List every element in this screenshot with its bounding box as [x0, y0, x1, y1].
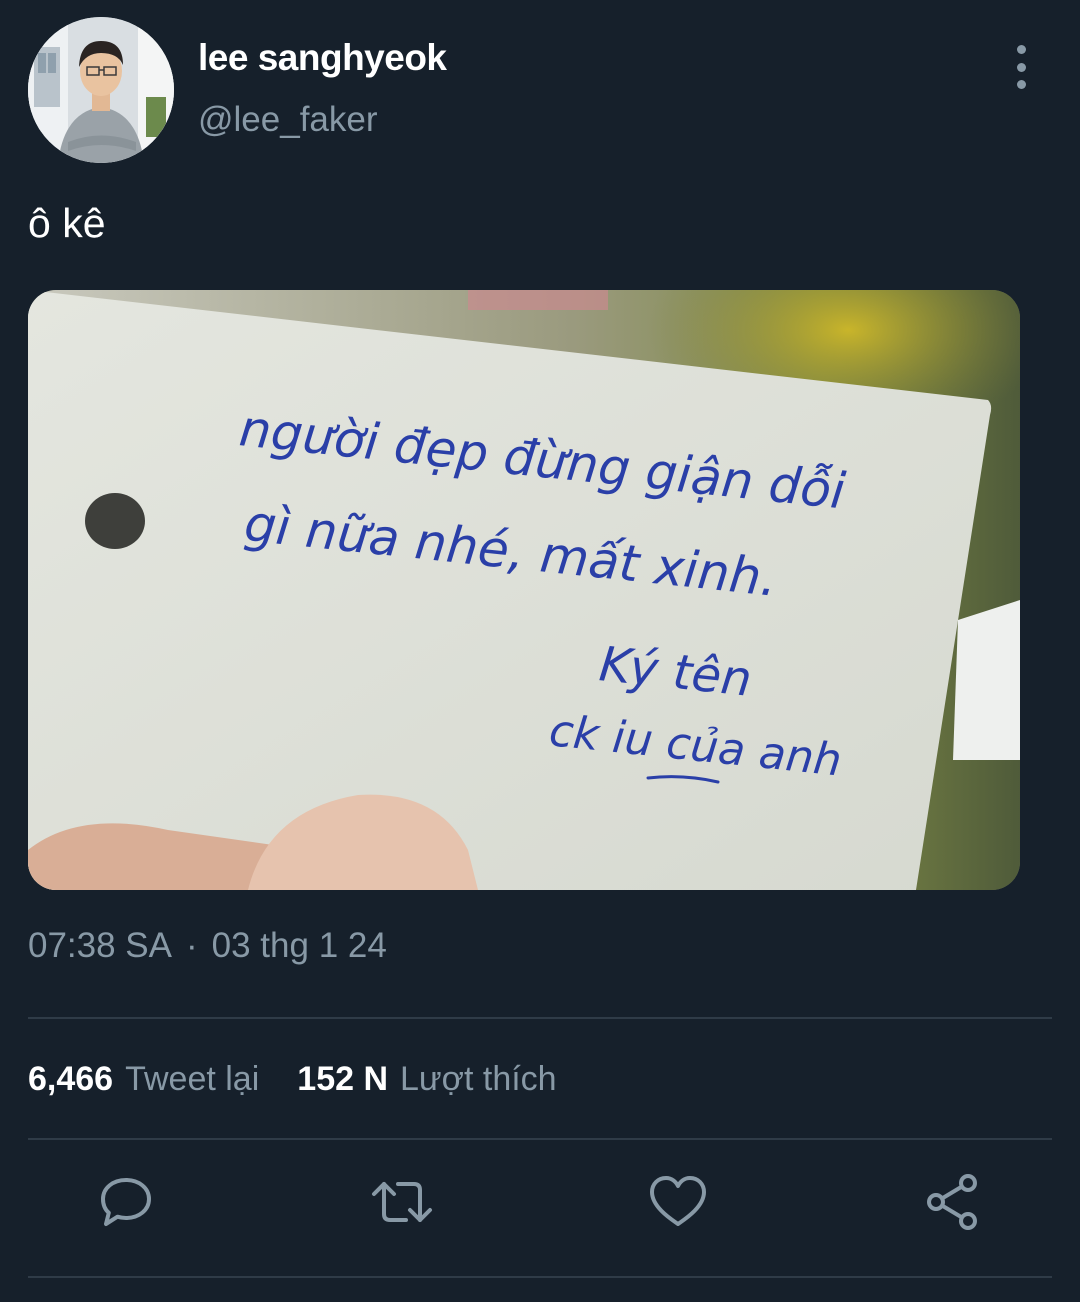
tweet-timestamp[interactable]: 07:38 SA · 03 thg 1 24 [28, 926, 387, 966]
more-dot [1016, 45, 1026, 54]
likes-label[interactable]: Lượt thích [400, 1060, 557, 1099]
reply-button[interactable] [94, 1170, 158, 1234]
divider [28, 1138, 1052, 1140]
likes-count[interactable]: 152 N [297, 1060, 388, 1099]
share-button[interactable] [922, 1170, 986, 1234]
tweet-header: lee sanghyeok @lee_faker [28, 17, 1052, 167]
more-dot [1016, 62, 1026, 72]
divider [28, 1017, 1052, 1019]
tweet-stats: 6,466 Tweet lại 152 N Lượt thích [28, 1060, 557, 1099]
more-options-icon[interactable] [1006, 45, 1036, 89]
author-handle[interactable]: @lee_faker [198, 100, 378, 140]
profile-photo-icon [28, 17, 174, 163]
like-button[interactable] [646, 1170, 710, 1234]
retweet-button[interactable] [370, 1170, 434, 1234]
tweet-time: 07:38 SA [28, 926, 172, 965]
retweets-label[interactable]: Tweet lại [125, 1060, 259, 1099]
retweets-count[interactable]: 6,466 [28, 1060, 113, 1099]
more-dot [1016, 80, 1026, 89]
tweet-actions [0, 1170, 1080, 1250]
tweet-text: ô kê [28, 200, 106, 246]
reply-icon [101, 1178, 151, 1226]
heart-icon [650, 1176, 706, 1226]
tweet-photo[interactable]: người đẹp đừng giận dỗi gì nữa nhé, mất … [28, 290, 1020, 890]
share-icon [927, 1174, 977, 1230]
tweet-detail: lee sanghyeok @lee_faker ô kê người đẹp … [0, 0, 1080, 1302]
retweet-icon [372, 1182, 432, 1222]
tweet-date: 03 thg 1 24 [211, 926, 387, 965]
divider [28, 1276, 1052, 1278]
author-display-name[interactable]: lee sanghyeok [198, 37, 447, 79]
timestamp-separator: · [186, 926, 198, 965]
avatar[interactable] [28, 17, 174, 163]
